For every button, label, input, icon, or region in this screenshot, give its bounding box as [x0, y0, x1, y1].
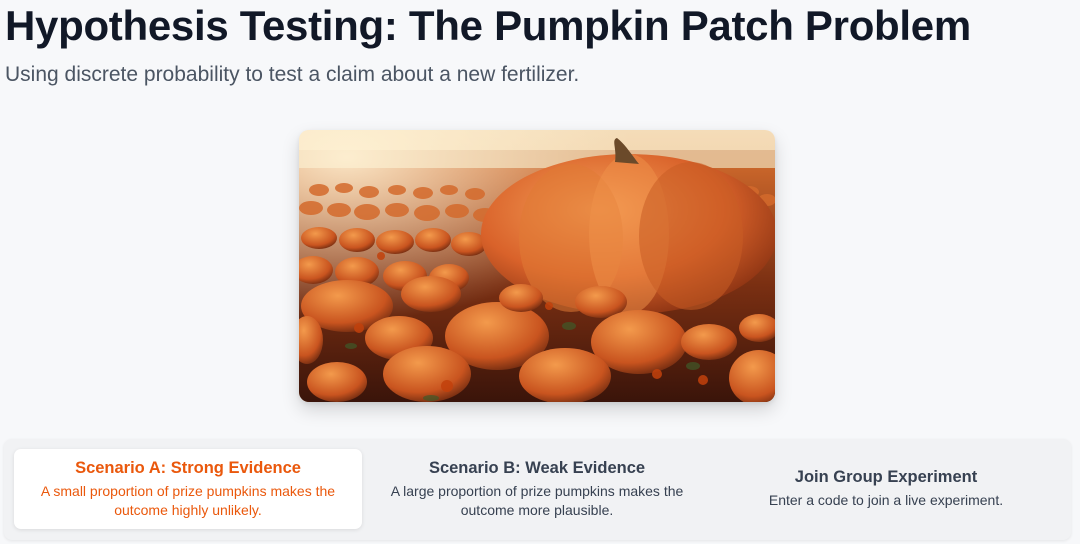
tab-join-group-experiment[interactable]: Join Group Experiment Enter a code to jo… — [712, 449, 1060, 529]
tab-title: Join Group Experiment — [794, 468, 978, 486]
scenario-tabs: Scenario A: Strong Evidence A small prop… — [4, 439, 1071, 540]
tab-description: A small proportion of prize pumpkins mak… — [40, 482, 336, 518]
page-title: Hypothesis Testing: The Pumpkin Patch Pr… — [5, 2, 971, 49]
tab-scenario-b[interactable]: Scenario B: Weak Evidence A large propor… — [363, 449, 711, 529]
tab-description: A large proportion of prize pumpkins mak… — [390, 482, 684, 518]
tab-title: Scenario B: Weak Evidence — [428, 458, 646, 477]
page: Hypothesis Testing: The Pumpkin Patch Pr… — [0, 0, 1080, 544]
tab-description: Enter a code to join a live experiment. — [768, 492, 1004, 508]
page-subtitle: Using discrete probability to test a cla… — [5, 63, 580, 86]
tab-title: Scenario A: Strong Evidence — [75, 458, 301, 477]
tab-scenario-a[interactable]: Scenario A: Strong Evidence A small prop… — [14, 449, 362, 529]
hero-image — [299, 130, 775, 402]
